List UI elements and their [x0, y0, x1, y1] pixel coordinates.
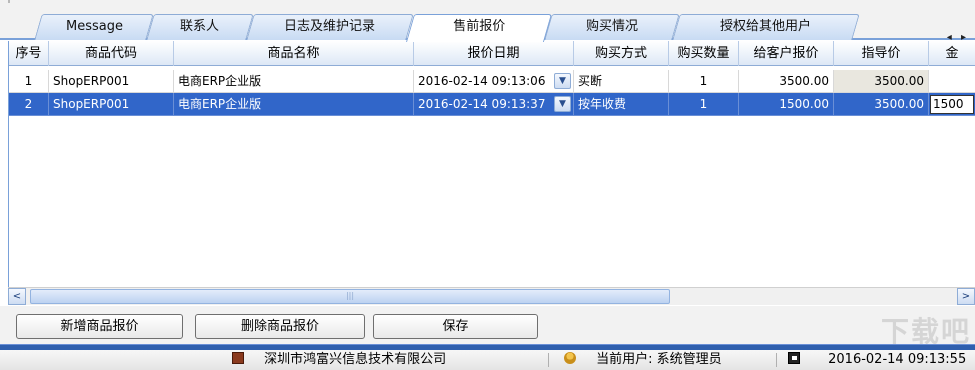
- cell-date[interactable]: 2016-02-14 09:13:37 ▼: [414, 93, 574, 116]
- cell-quote: 1500.00: [739, 93, 834, 116]
- cell-quote: 3500.00: [739, 70, 834, 93]
- building-icon: [232, 352, 244, 364]
- tab-label: Message: [65, 19, 123, 34]
- tab-message[interactable]: Message: [34, 14, 154, 40]
- scroll-right-button[interactable]: >: [957, 288, 975, 305]
- button-bar: 新增商品报价 删除商品报价 保存 下载吧: [0, 306, 975, 348]
- user-icon: [564, 352, 576, 364]
- chevron-down-icon[interactable]: ▼: [554, 96, 571, 112]
- grid-header: 序号 商品代码 商品名称 报价日期 购买方式 购买数量 给客户报价 指导价 金: [9, 41, 975, 66]
- tab-label: 日志及维护记录: [284, 19, 376, 34]
- tab-label: 授权给其他用户: [720, 19, 812, 34]
- tab-logs[interactable]: 日志及维护记录: [246, 14, 414, 40]
- col-header-qty[interactable]: 购买数量: [669, 41, 739, 66]
- company-name: 深圳市鸿富兴信息技术有限公司: [264, 352, 447, 367]
- table-row[interactable]: 1 ShopERP001 电商ERP企业版 2016-02-14 09:13:0…: [9, 70, 975, 93]
- tab-label: 购买情况: [585, 19, 638, 34]
- tab-label: 联系人: [180, 19, 220, 34]
- col-header-date[interactable]: 报价日期: [414, 41, 574, 66]
- col-header-quote[interactable]: 给客户报价: [739, 41, 834, 66]
- delete-quote-button[interactable]: 删除商品报价: [195, 314, 365, 339]
- amount-edit-input[interactable]: 1500: [930, 95, 974, 114]
- add-quote-button[interactable]: 新增商品报价: [16, 314, 183, 339]
- col-header-amount[interactable]: 金: [929, 41, 975, 66]
- cell-amount[interactable]: 1500: [929, 93, 975, 116]
- cell-code: ShopERP001: [49, 70, 174, 93]
- col-header-guide[interactable]: 指导价: [834, 41, 929, 66]
- cell-method: 按年收费: [574, 93, 669, 116]
- scroll-thumb[interactable]: |||: [30, 289, 670, 304]
- save-button[interactable]: 保存: [373, 314, 538, 339]
- cell-code: ShopERP001: [49, 93, 174, 116]
- tab-authorize-users[interactable]: 授权给其他用户: [672, 14, 860, 40]
- current-user-name: 系统管理员: [656, 352, 722, 367]
- scroll-left-button[interactable]: <: [8, 288, 26, 305]
- top-tick: [8, 0, 10, 3]
- table-row-selected[interactable]: 2 ShopERP001 电商ERP企业版 2016-02-14 09:13:3…: [9, 93, 975, 116]
- cell-qty: 1: [669, 93, 739, 116]
- cell-name: 电商ERP企业版: [174, 93, 414, 116]
- col-header-method[interactable]: 购买方式: [574, 41, 669, 66]
- cell-name: 电商ERP企业版: [174, 70, 414, 93]
- status-bar: 深圳市鸿富兴信息技术有限公司 当前用户: 系统管理员 2016-02-14 09…: [0, 350, 975, 370]
- tab-presales-quote[interactable]: 售前报价: [405, 14, 553, 42]
- cell-no: 2: [9, 93, 49, 116]
- tab-bar: Message 联系人 日志及维护记录 售前报价 购买情况 授权给其他用户 ◂ …: [0, 14, 975, 43]
- cell-date-text: 2016-02-14 09:13:06: [418, 74, 546, 88]
- cell-no: 1: [9, 70, 49, 93]
- status-user: 当前用户: 系统管理员: [564, 352, 722, 368]
- tab-purchases[interactable]: 购买情况: [544, 14, 680, 40]
- clock-icon: [788, 352, 800, 364]
- status-separator: [776, 353, 777, 367]
- cell-date-text: 2016-02-14 09:13:37: [418, 97, 546, 111]
- cell-guide-price: 3500.00: [834, 70, 929, 93]
- cell-date[interactable]: 2016-02-14 09:13:06 ▼: [414, 70, 574, 93]
- col-header-no[interactable]: 序号: [9, 41, 49, 66]
- tab-contacts[interactable]: 联系人: [146, 14, 254, 40]
- quote-grid: 序号 商品代码 商品名称 报价日期 购买方式 购买数量 给客户报价 指导价 金 …: [8, 41, 975, 305]
- cell-guide-price: 3500.00: [834, 93, 929, 116]
- current-user-label: 当前用户:: [596, 352, 653, 367]
- tab-label: 售前报价: [453, 19, 506, 34]
- cell-method: 买断: [574, 70, 669, 93]
- status-datetime: 2016-02-14 09:13:55: [788, 352, 966, 368]
- cell-qty: 1: [669, 70, 739, 93]
- status-separator: [548, 353, 549, 367]
- chevron-down-icon[interactable]: ▼: [554, 73, 571, 89]
- top-strip: [0, 0, 975, 14]
- horizontal-scrollbar[interactable]: < ||| >: [8, 287, 975, 305]
- current-datetime: 2016-02-14 09:13:55: [828, 352, 967, 367]
- status-company: 深圳市鸿富兴信息技术有限公司: [232, 352, 446, 368]
- col-header-name[interactable]: 商品名称: [174, 41, 414, 66]
- col-header-code[interactable]: 商品代码: [49, 41, 174, 66]
- cell-amount: [929, 70, 975, 93]
